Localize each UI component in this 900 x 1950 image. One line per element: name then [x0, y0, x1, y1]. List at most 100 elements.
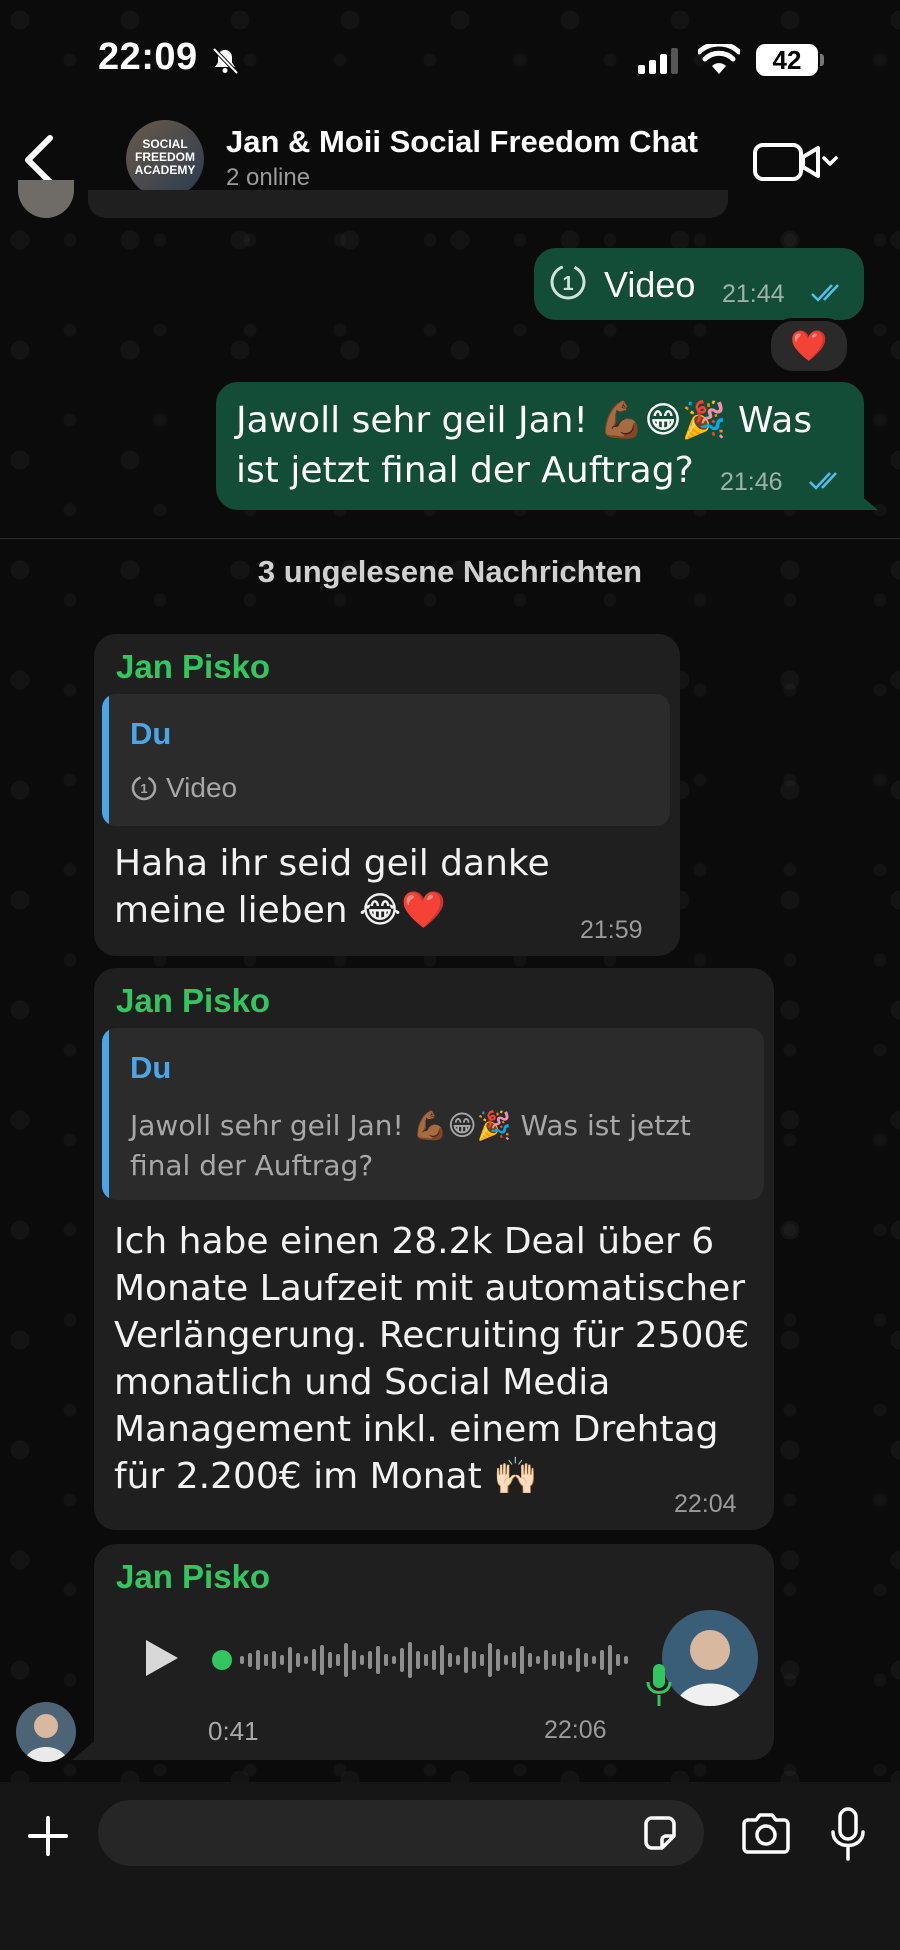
bell-off-icon [212, 47, 239, 75]
waveform-bar [416, 1651, 420, 1669]
waveform-bar [248, 1653, 252, 1667]
previous-message[interactable] [88, 190, 728, 218]
sender-name[interactable]: Jan Pisko [116, 648, 270, 686]
waveform-bar [488, 1643, 492, 1677]
waveform-bar [496, 1649, 500, 1671]
waveform-bar [504, 1655, 508, 1665]
svg-text:1: 1 [140, 781, 147, 796]
waveform-bar [512, 1652, 516, 1668]
reaction-heart[interactable]: ❤️ [768, 318, 850, 374]
waveform-bar [440, 1645, 444, 1675]
waveform-bar [368, 1651, 372, 1669]
chat-title[interactable]: Jan & Moii Social Freedom Chat [226, 124, 698, 160]
incoming-voice-message[interactable]: Jan Pisko 0:41 22:06 [94, 1544, 774, 1760]
microphone-icon [646, 1664, 672, 1706]
message-time: 22:06 [544, 1716, 607, 1744]
group-avatar[interactable]: SOCIAL FREEDOM ACADEMY [126, 120, 204, 198]
plus-icon[interactable] [26, 1814, 70, 1858]
voice-sender-avatar [662, 1610, 758, 1706]
quote-text: Video [166, 772, 238, 803]
waveform-bar [592, 1656, 596, 1664]
waveform-bar [408, 1642, 412, 1678]
waveform-bar [472, 1651, 476, 1669]
quote-text: Jawoll sehr geil Jan! 💪🏾😁🎉 Was ist jetzt… [130, 1109, 691, 1182]
waveform-bar [424, 1654, 428, 1666]
waveform-bar [344, 1643, 348, 1677]
incoming-reply-message[interactable]: Jan Pisko Du 1 Video Haha ihr seid geil … [94, 634, 680, 956]
unread-divider: 3 ungelesene Nachrichten [257, 554, 643, 589]
waveform-bar [520, 1646, 524, 1674]
waveform-bar [608, 1645, 612, 1675]
message-time: 21:46 [720, 468, 783, 496]
view-once-icon: 1 [131, 775, 157, 801]
play-icon[interactable] [142, 1636, 182, 1680]
quoted-message[interactable]: Du Jawoll sehr geil Jan! 💪🏾😁🎉 Was ist je… [102, 1028, 764, 1200]
waveform-bar [464, 1647, 468, 1673]
waveform-bar [392, 1656, 396, 1664]
waveform-bar [624, 1656, 628, 1664]
waveform-bar [320, 1645, 324, 1675]
waveform-bar [360, 1655, 364, 1665]
waveform-bar [384, 1654, 388, 1666]
status-time: 22:09 [98, 36, 198, 78]
waveform-bar [568, 1655, 572, 1665]
heart-icon: ❤️ [790, 328, 828, 364]
view-once-icon: 1 [550, 264, 586, 300]
online-status: 2 online [226, 164, 311, 191]
waveform-bar [328, 1652, 332, 1668]
quoted-message[interactable]: Du 1 Video [102, 694, 670, 826]
status-bar: 22:09 42 [0, 0, 900, 110]
avatar[interactable] [16, 1702, 76, 1762]
outgoing-text-message[interactable]: Jawoll sehr geil Jan! 💪🏾😁🎉 Was ist jetzt… [216, 382, 864, 510]
waveform-bar [528, 1653, 532, 1667]
message-text: Ich habe einen 28.2k Deal über 6 Monate … [114, 1221, 750, 1497]
message-time: 21:59 [580, 916, 643, 944]
waveform-bar [400, 1648, 404, 1672]
waveform-bar [264, 1654, 268, 1666]
group-avatar-logo: SOCIAL FREEDOM ACADEMY [134, 137, 196, 177]
waveform-bar [240, 1656, 244, 1664]
wifi-icon [698, 44, 740, 74]
voice-duration: 0:41 [208, 1716, 259, 1746]
waveform-bar [576, 1648, 580, 1672]
composer-bar [0, 1782, 900, 1950]
waveform-bar [336, 1654, 340, 1666]
microphone-icon[interactable] [830, 1806, 866, 1862]
waveform-bar [536, 1656, 540, 1664]
waveform-bar [280, 1655, 284, 1665]
quote-author: Du [130, 716, 172, 751]
waveform-bar [560, 1651, 564, 1669]
message-time: 22:04 [674, 1490, 737, 1518]
camera-icon[interactable] [740, 1812, 792, 1856]
waveform-bar [456, 1655, 460, 1665]
waveform-bar [296, 1653, 300, 1667]
waveform-bar [256, 1650, 260, 1670]
quote-author: Du [130, 1050, 172, 1085]
waveform-bar [544, 1650, 548, 1670]
waveform-bar [376, 1646, 380, 1674]
sender-name[interactable]: Jan Pisko [116, 982, 270, 1020]
bubble-tail [852, 488, 878, 510]
svg-text:1: 1 [562, 273, 573, 295]
message-input[interactable] [98, 1800, 704, 1866]
battery-tip [820, 54, 824, 66]
waveform-bar [304, 1656, 308, 1664]
bubble-tail [72, 1738, 98, 1760]
voice-waveform[interactable] [212, 1632, 632, 1688]
waveform-bar [312, 1649, 316, 1671]
read-ticks-icon [811, 284, 839, 302]
waveform-bar [584, 1653, 588, 1667]
waveform-bar [288, 1647, 292, 1673]
outgoing-video-message[interactable]: 1 Video 21:44 [534, 248, 864, 320]
playback-position-dot[interactable] [212, 1650, 232, 1670]
incoming-reply-message[interactable]: Jan Pisko Du Jawoll sehr geil Jan! 💪🏾😁🎉 … [94, 968, 774, 1530]
message-time: 21:44 [722, 280, 785, 308]
battery-icon: 42 [756, 44, 818, 76]
video-call-icon[interactable] [752, 140, 842, 184]
sticker-icon[interactable] [640, 1814, 680, 1854]
unread-divider-line [0, 538, 900, 539]
sender-name[interactable]: Jan Pisko [116, 1558, 270, 1596]
waveform-bar [480, 1654, 484, 1666]
waveform-bar [352, 1650, 356, 1670]
waveform-bar [600, 1650, 604, 1670]
